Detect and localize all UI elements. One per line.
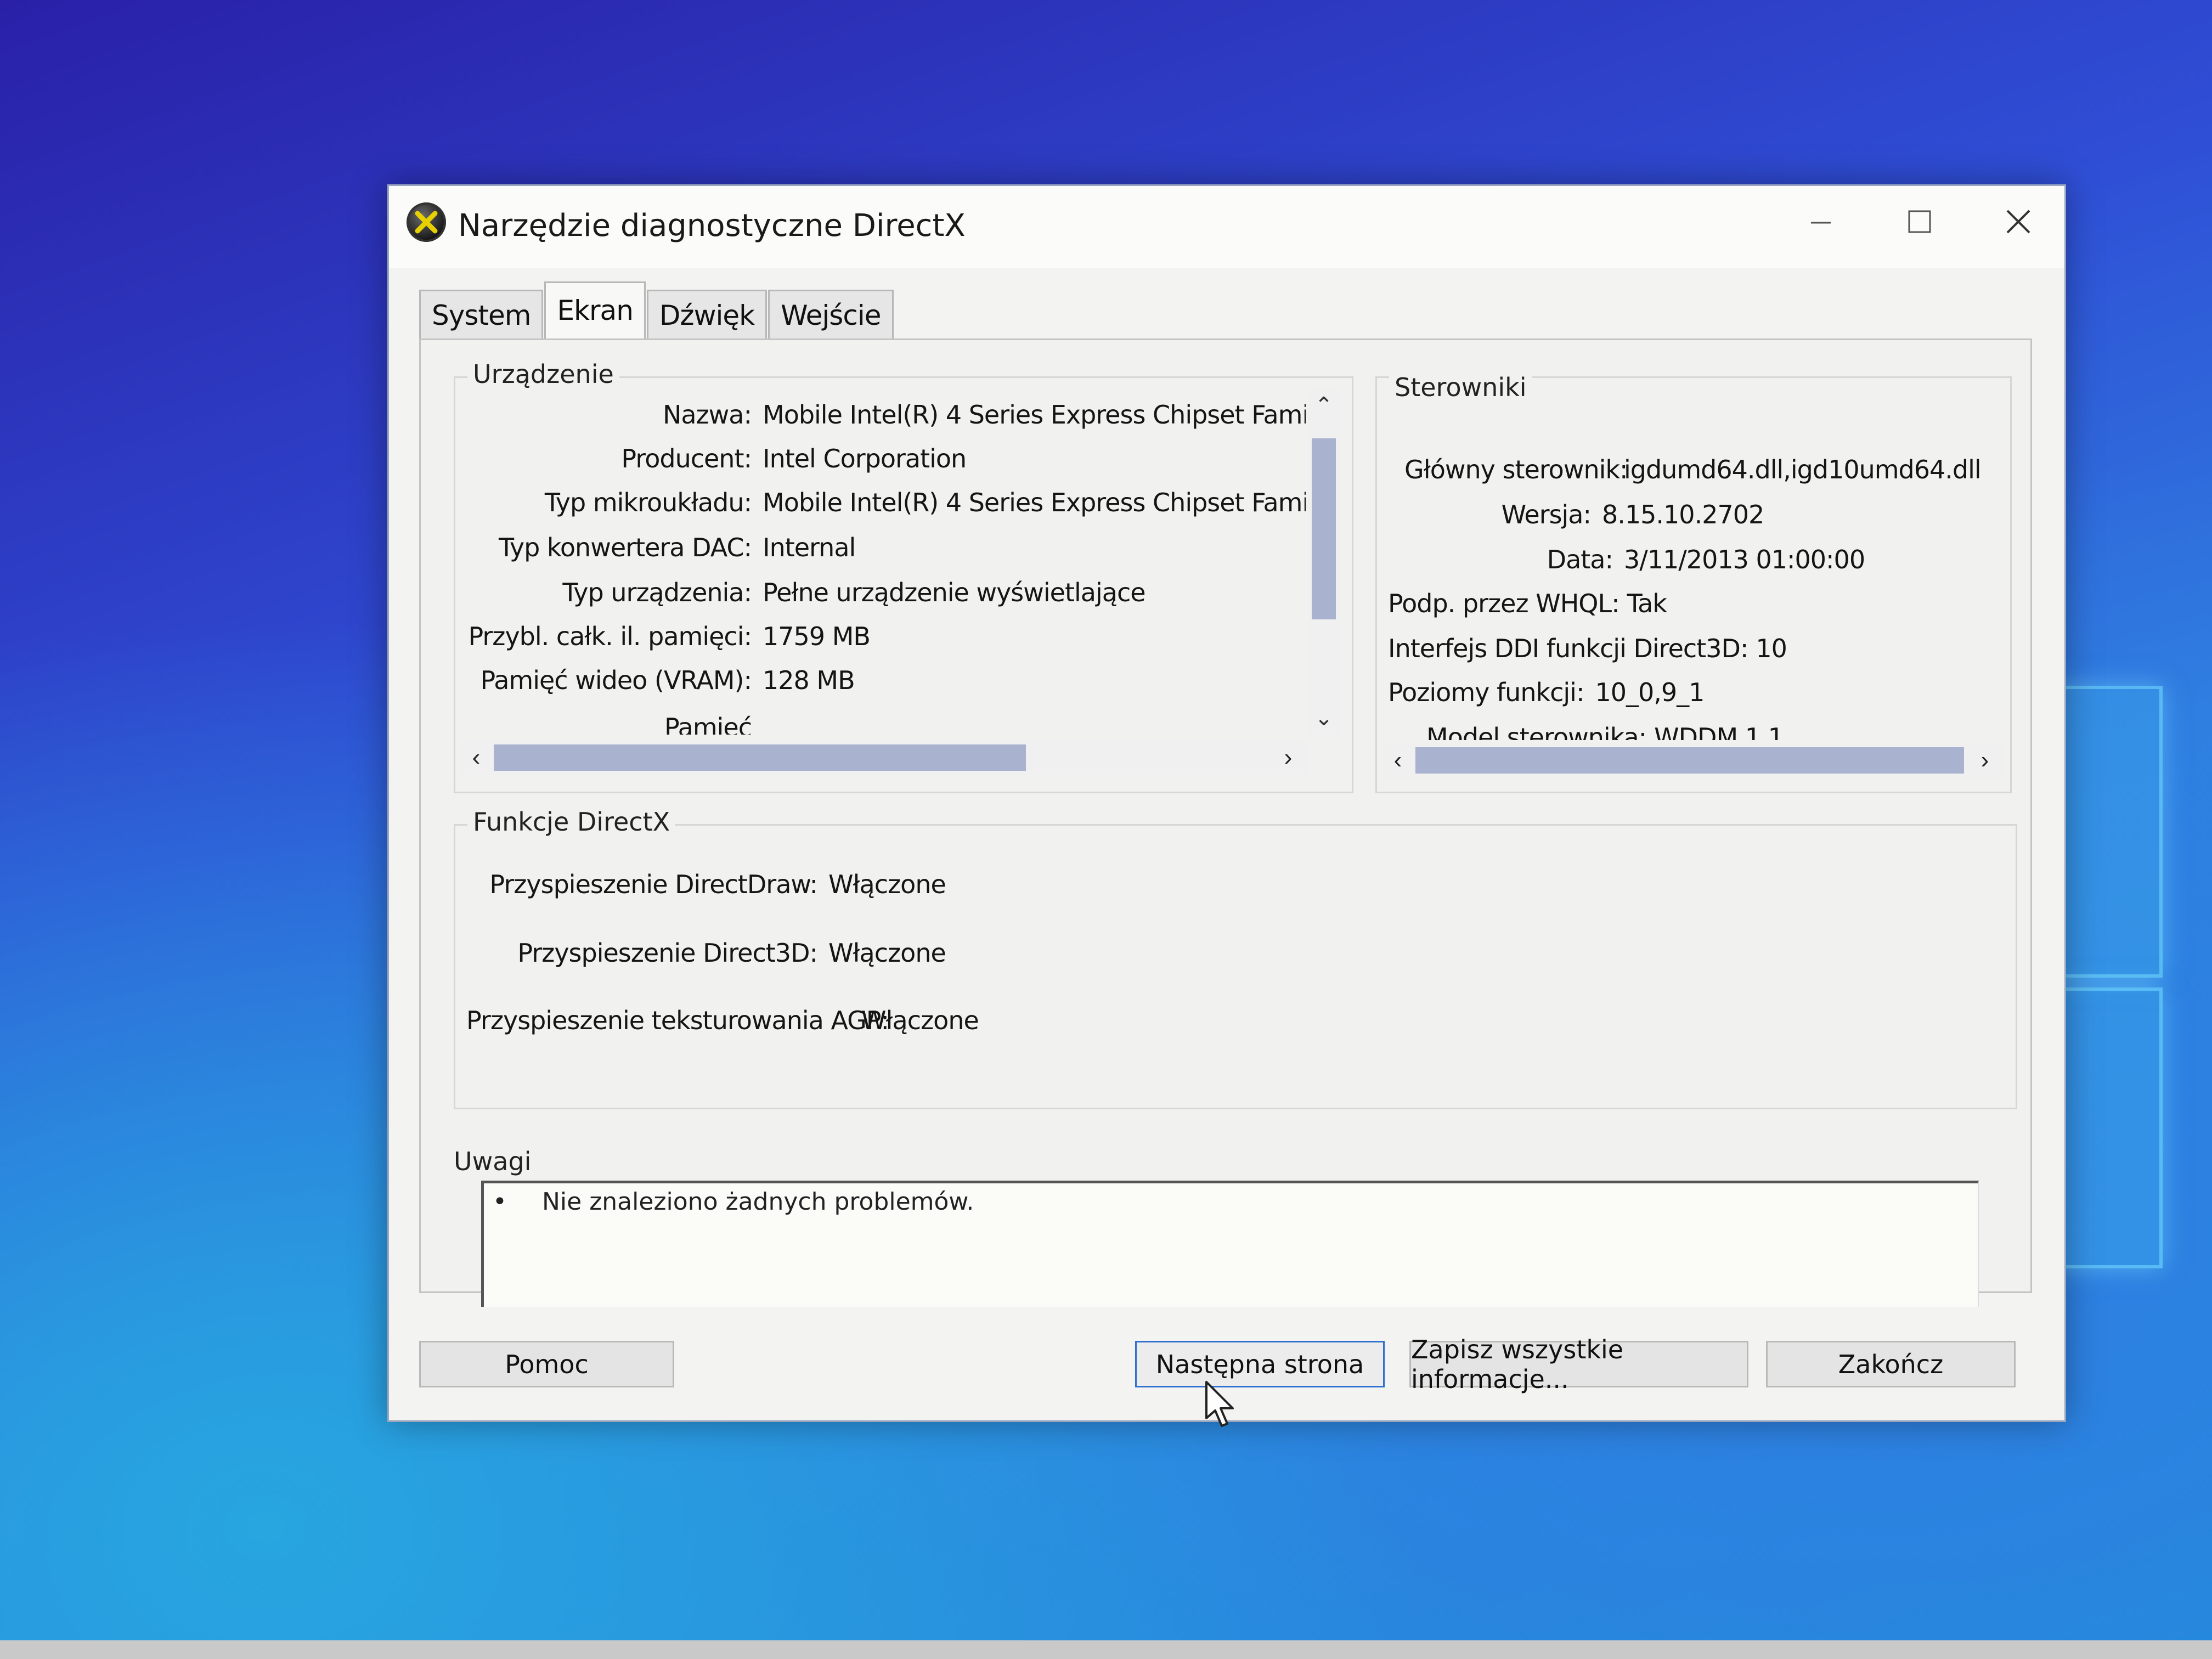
device-type-label: Typ urządzenia: (562, 578, 752, 607)
directx-icon (407, 202, 446, 242)
vram-value: 128 MB (763, 665, 855, 695)
device-group: Urządzenie Nazwa: Mobile Intel(R) 4 Serie… (454, 359, 1353, 793)
drivers-hscroll-thumb[interactable] (1415, 747, 1964, 774)
scroll-up-icon[interactable]: ⌃ (1312, 389, 1336, 422)
scroll-left-icon[interactable]: ‹ (1383, 743, 1413, 778)
maximize-button[interactable] (1870, 186, 1969, 257)
total-memory-label: Przybl. całk. il. pamięci: (468, 622, 752, 651)
exit-button[interactable]: Zakończ (1766, 1341, 2016, 1387)
device-row-dac-type: Typ konwertera DAC: Internal (455, 533, 856, 562)
driver-model-label: Model sterownika: (1426, 723, 1647, 740)
device-name-value: Mobile Intel(R) 4 Series Express Chipset… (763, 400, 1306, 430)
direct3d-label: Przyspieszenie Direct3D: (517, 938, 818, 968)
manufacturer-value: Intel Corporation (763, 444, 967, 473)
scroll-left-icon[interactable]: ‹ (461, 740, 492, 775)
tab-display[interactable]: Ekran (544, 281, 646, 341)
agp-label: Przyspieszenie teksturowania AGP: (466, 1006, 889, 1035)
dac-type-value: Internal (763, 533, 856, 562)
driver-model-value: WDDM 1.1 (1654, 723, 1784, 740)
scroll-right-icon[interactable]: › (1273, 740, 1304, 775)
driver-row-feature-levels: Poziomy funkcji: 10_0,9_1 (1388, 678, 1705, 707)
chip-type-label: Typ mikroukładu: (544, 488, 752, 517)
direct3d-value: Włączone (828, 938, 946, 968)
driver-row-ddi: Interfejs DDI funkcji Direct3D: 10 (1388, 634, 1787, 663)
vram-label: Pamięć wideo (VRAM): (480, 665, 752, 695)
device-horizontal-scrollbar[interactable]: ‹ › (461, 740, 1308, 775)
drivers-group: Sterowniki Główny sterownik:igdumd64.dll… (1375, 373, 2012, 793)
main-driver-value: igdumd64.dll,igd10umd64.dll (1624, 455, 1982, 484)
manufacturer-label: Producent: (621, 444, 752, 473)
title-bar[interactable]: Narzędzie diagnostyczne DirectX (389, 186, 2064, 268)
version-label: Wersja: (1501, 500, 1592, 529)
close-button[interactable] (1969, 186, 2068, 257)
whql-value: Tak (1627, 589, 1667, 618)
note-text: Nie znaleziono żadnych problemów. (542, 1188, 974, 1216)
device-properties[interactable]: Nazwa: Mobile Intel(R) 4 Series Express C… (455, 378, 1306, 735)
dac-type-label: Typ konwertera DAC: (498, 533, 752, 562)
directx-features-group: Funkcje DirectX Przyspieszenie DirectDra… (454, 807, 2017, 1109)
device-row-manufacturer: Producent: Intel Corporation (455, 444, 967, 473)
version-value: 8.15.10.2702 (1602, 500, 1764, 529)
feature-levels-label: Poziomy funkcji: (1388, 678, 1584, 707)
directx-features-label: Funkcje DirectX (467, 807, 676, 837)
driver-row-main: Główny sterownik:igdumd64.dll,igd10umd64… (1404, 455, 1982, 484)
date-label: Data: (1547, 545, 1613, 574)
tab-system[interactable]: System (419, 290, 544, 340)
device-row-vram: Pamięć wideo (VRAM): 128 MB (455, 665, 855, 695)
feature-levels-value: 10_0,9_1 (1595, 678, 1705, 707)
save-all-button[interactable]: Zapisz wszystkie informacje... (1409, 1335, 1748, 1394)
device-row-name: Nazwa: Mobile Intel(R) 4 Series Express C… (455, 400, 1306, 430)
directdraw-row: Przyspieszenie DirectDraw: Włączone (466, 870, 946, 899)
directdraw-value: Włączone (828, 870, 946, 899)
next-page-button[interactable]: Następna strona (1135, 1341, 1385, 1387)
device-hscroll-thumb[interactable] (494, 744, 1026, 771)
agp-value: Włączone (861, 1006, 979, 1035)
driver-row-model: Model sterownika: WDDM 1.1 (1426, 723, 1784, 740)
tab-input[interactable]: Wejście (768, 290, 894, 340)
date-value: 3/11/2013 01:00:00 (1624, 545, 1865, 574)
memory-cutoff-label: Pamięć (664, 713, 752, 735)
screen-bezel (0, 1640, 2212, 1659)
chip-type-value: Mobile Intel(R) 4 Series Express Chipset… (763, 488, 1306, 517)
notes-label: Uwagi (454, 1147, 532, 1176)
display-tab-panel: Urządzenie Nazwa: Mobile Intel(R) 4 Serie… (419, 338, 2032, 1307)
notes-box[interactable]: • Nie znaleziono żadnych problemów. (481, 1181, 1979, 1307)
scroll-right-icon[interactable]: › (1970, 743, 2000, 778)
device-vscroll-thumb[interactable] (1312, 438, 1336, 619)
close-icon (2006, 210, 2030, 234)
device-vertical-scrollbar[interactable]: ⌃ ⌄ (1308, 389, 1339, 735)
maximize-icon (1908, 210, 1931, 233)
scroll-down-icon[interactable]: ⌄ (1312, 702, 1336, 735)
whql-label: Podp. przez WHQL: (1388, 589, 1620, 618)
device-type-value: Pełne urządzenie wyświetlające (763, 578, 1146, 607)
bullet-icon: • (493, 1188, 507, 1216)
main-driver-label: Główny sterownik: (1404, 455, 1628, 484)
device-row-device-type: Typ urządzenia: Pełne urządzenie wyświetl… (455, 578, 1146, 607)
drivers-horizontal-scrollbar[interactable]: ‹ › (1383, 743, 2002, 778)
note-item: • Nie znaleziono żadnych problemów. (493, 1188, 974, 1216)
driver-row-whql: Podp. przez WHQL: Tak (1388, 589, 1667, 618)
minimize-icon (1811, 222, 1831, 224)
tab-sound[interactable]: Dźwięk (646, 290, 768, 340)
tab-strip: System Ekran Dźwięk Wejście (419, 281, 895, 341)
driver-row-version: Wersja: 8.15.10.2702 (1404, 500, 1765, 529)
device-row-memory-cutoff: Pamięć (455, 713, 763, 735)
device-row-total-memory: Przybl. całk. il. pamięci: 1759 MB (455, 622, 870, 651)
agp-row: Przyspieszenie teksturowania AGP:Włączon… (466, 1006, 979, 1035)
help-button[interactable]: Pomoc (419, 1341, 674, 1387)
window-title: Narzędzie diagnostyczne DirectX (458, 208, 966, 244)
device-row-chip-type: Typ mikroukładu: Mobile Intel(R) 4 Series… (455, 488, 1306, 517)
minimize-button[interactable] (1771, 186, 1870, 257)
directdraw-label: Przyspieszenie DirectDraw: (489, 870, 818, 899)
total-memory-value: 1759 MB (763, 622, 871, 651)
ddi-label: Interfejs DDI funkcji Direct3D: (1388, 634, 1748, 663)
mouse-cursor-icon (1205, 1381, 1234, 1427)
dxdiag-window: Narzędzie diagnostyczne DirectX System E… (387, 184, 2066, 1422)
driver-row-date: Data: 3/11/2013 01:00:00 (1404, 545, 1865, 574)
ddi-value: 10 (1756, 634, 1787, 663)
device-name-label: Nazwa: (662, 400, 752, 430)
direct3d-row: Przyspieszenie Direct3D: Włączone (466, 938, 946, 968)
driver-properties[interactable]: Główny sterownik:igdumd64.dll,igd10umd64… (1377, 378, 2008, 740)
